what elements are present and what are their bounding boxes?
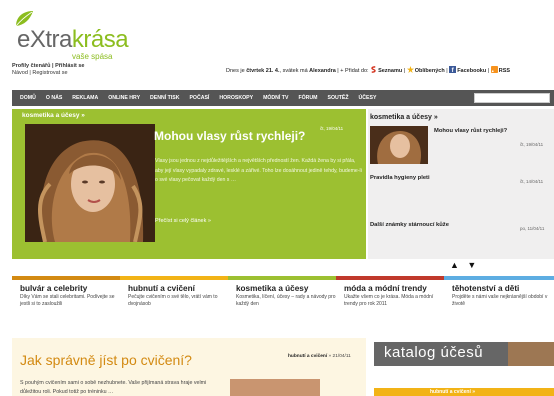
nav-item-forum[interactable]: FÓRUM <box>298 95 317 101</box>
feature-excerpt: Vlasy jsou jednou z nejdůležitějších a n… <box>155 158 362 183</box>
catalog-label: katalog účesů <box>384 344 484 361</box>
category-celebrity[interactable]: bulvár a celebrity Díky Vám se stali cel… <box>12 276 120 330</box>
feature-title[interactable]: Mohou vlasy růst rychleji? <box>154 129 305 143</box>
article-category-link[interactable]: hubnutí a cvičení <box>288 354 327 359</box>
add-facebook-link[interactable]: Facebooku <box>457 68 486 74</box>
article-lead: S pouhým cvičením sami o sobě nezhubnete… <box>20 380 207 395</box>
facebook-icon: f <box>449 66 457 73</box>
star-icon <box>406 66 414 73</box>
guide-register-link[interactable]: Návod | Registrovat se <box>12 70 84 77</box>
nav-item-weather[interactable]: POČASÍ <box>189 95 209 101</box>
side-article-list: kosmetika a účesy » Mohou vlasy růst ryc… <box>368 109 554 259</box>
feature-category-link[interactable]: kosmetika a účesy » <box>22 112 85 119</box>
fitness-box-header[interactable]: hubnutí a cvičení » <box>374 388 554 396</box>
article-teaser: Jak správně jíst po cvičení? hubnutí a c… <box>12 338 366 396</box>
nav-item-ads[interactable]: REKLAMA <box>72 95 98 101</box>
side-item-date: čt, 19/04/11 <box>520 142 544 147</box>
side-thumbnail[interactable] <box>370 126 428 164</box>
nav-item-horoscopes[interactable]: HOROSKOPY <box>219 95 253 101</box>
category-fitness[interactable]: hubnutí a cvičení Pečujte cvičením o své… <box>120 276 228 330</box>
side-item-title[interactable]: Mohou vlasy růst rychleji? <box>434 128 507 134</box>
catalog-photo <box>508 342 554 366</box>
logo-tagline: vaše spása <box>72 52 113 61</box>
side-item-date: čt, 14/04/11 <box>520 179 544 184</box>
category-row: bulvár a celebrity Díky Vám se stali cel… <box>12 276 554 330</box>
add-favorites-link[interactable]: Oblíbených <box>415 68 445 74</box>
read-more-link[interactable]: Přečíst si celý článek » <box>155 218 211 224</box>
feature-photo[interactable] <box>25 124 155 242</box>
category-beauty[interactable]: kosmetika a účesy Kosmetika, líčení, úče… <box>228 276 336 330</box>
nameday: Alexandra <box>309 68 336 74</box>
today-date: čtvrtek 21. 4. <box>246 68 280 74</box>
date-bar: Dnes je čtvrtek 21. 4., svátek má Alexan… <box>226 66 511 74</box>
nav-item-home[interactable]: DOMŮ <box>20 95 36 101</box>
article-meta: hubnutí a cvičení » 21/04/11 <box>288 354 351 359</box>
featured-article: kosmetika a účesy » Mohou vlasy růst ryc… <box>12 109 366 259</box>
category-fashion[interactable]: móda a módní trendy Ukažte všem co je kr… <box>336 276 444 330</box>
article-title[interactable]: Jak správně jíst po cvičení? <box>20 352 192 368</box>
article-photo[interactable] <box>230 379 320 396</box>
side-item-title[interactable]: Další známky stárnoucí kůže <box>370 222 449 228</box>
search-input[interactable] <box>474 93 550 103</box>
nav-item-fashion-tv[interactable]: MÓDNÍ TV <box>263 95 288 101</box>
feature-date: čt, 19/04/11 <box>320 126 344 131</box>
side-category-link[interactable]: kosmetika a účesy » <box>370 114 438 121</box>
nav-item-press[interactable]: DENNÍ TISK <box>150 95 179 101</box>
nav-item-games[interactable]: ONLINE HRY <box>108 95 140 101</box>
nav-item-hairstyles[interactable]: ÚČESY <box>359 95 377 101</box>
account-links: Profily čtenářů | Přihlásit se Návod | R… <box>12 63 84 77</box>
profile-login-link[interactable]: Profily čtenářů | Přihlásit se <box>12 63 84 69</box>
add-rss-link[interactable]: RSS <box>499 68 510 74</box>
hairstyle-catalog-banner[interactable]: katalog účesů <box>374 342 554 366</box>
add-seznam-link[interactable]: Seznamu <box>378 68 402 74</box>
seznam-icon <box>371 66 376 73</box>
carousel-arrows[interactable]: ▲ ▼ <box>450 260 479 270</box>
category-pregnancy[interactable]: těhotenství a děti Projděte s námi vaše … <box>444 276 554 330</box>
rss-icon <box>490 66 498 73</box>
main-nav: DOMŮ O NÁS REKLAMA ONLINE HRY DENNÍ TISK… <box>12 90 554 106</box>
site-logo[interactable]: eXtrakrása vaše spása <box>14 10 164 61</box>
side-item-date: po, 11/04/11 <box>520 226 545 231</box>
side-item-title[interactable]: Pravidla hygieny pleti <box>370 175 430 181</box>
nav-item-about[interactable]: O NÁS <box>46 95 62 101</box>
nav-item-contest[interactable]: SOUTĚŽ <box>327 95 348 101</box>
logo-text: eXtrakrása <box>17 26 129 53</box>
